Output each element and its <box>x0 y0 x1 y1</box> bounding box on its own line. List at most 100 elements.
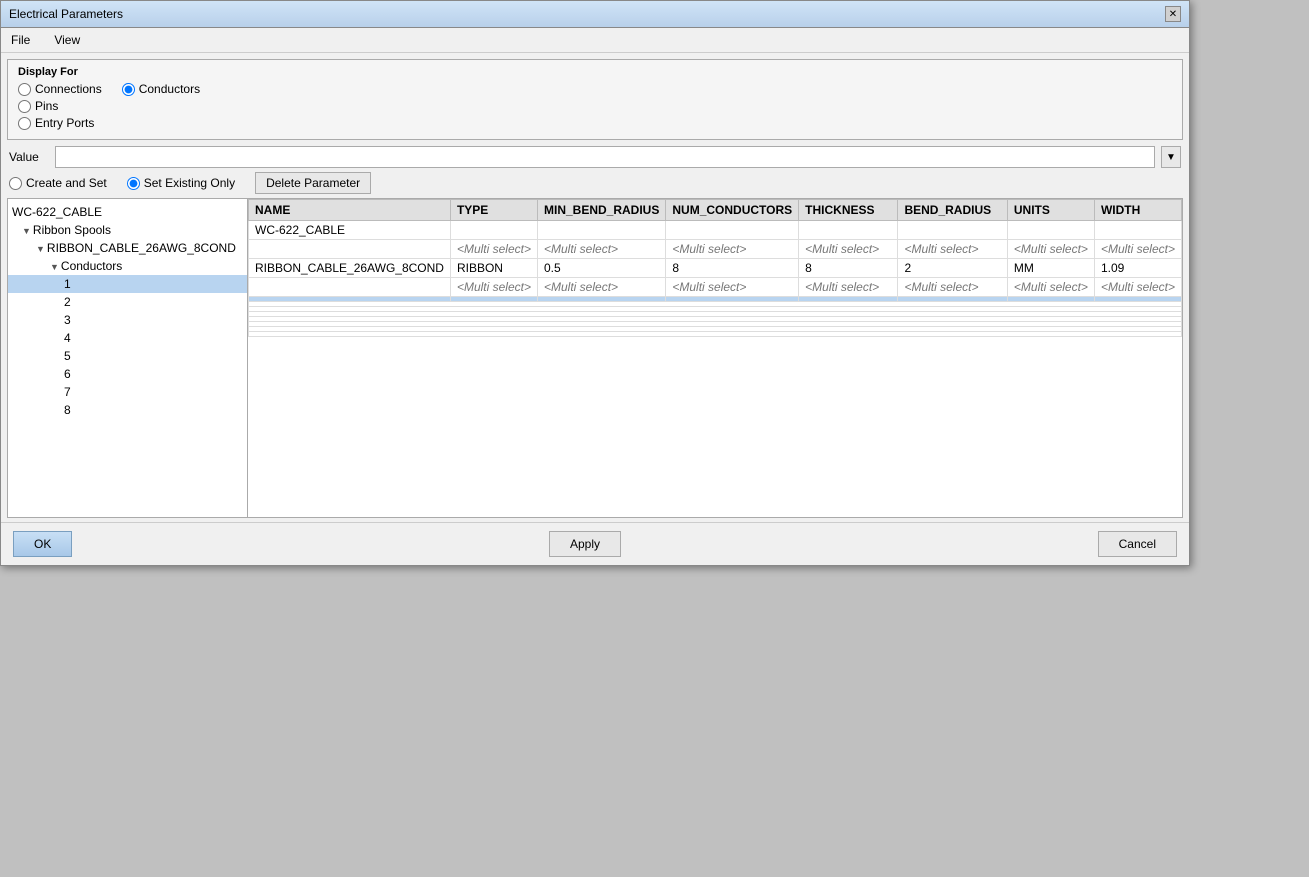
tree-item-conductor-4[interactable]: 4 <box>8 329 247 347</box>
radio-components[interactable]: Connections <box>18 82 102 96</box>
table-row[interactable] <box>249 332 1182 337</box>
table-header-row: NAME TYPE MIN_BEND_RADIUS NUM_CONDUCTORS… <box>249 200 1182 221</box>
col-header-num-conductors: NUM_CONDUCTORS <box>666 200 799 221</box>
title-bar: Electrical Parameters ✕ <box>1 1 1189 28</box>
cell-name <box>249 240 451 259</box>
radio-conductors-label: Conductors <box>139 82 200 96</box>
table-panel: NAME TYPE MIN_BEND_RADIUS NUM_CONDUCTORS… <box>248 199 1182 517</box>
radio-set-existing[interactable]: Set Existing Only <box>127 176 235 190</box>
cell-min-bend-radius <box>538 221 666 240</box>
cell-units: <Multi select> <box>1007 278 1094 297</box>
radio-components-input[interactable] <box>18 83 31 96</box>
ok-button[interactable]: OK <box>13 531 72 557</box>
tree-item-ribbon-spools[interactable]: ▼Ribbon Spools <box>8 221 247 239</box>
cell-num-conductors <box>666 221 799 240</box>
cell-width: <Multi select> <box>1094 240 1181 259</box>
radio-set-existing-input[interactable] <box>127 177 140 190</box>
display-for-label: Display For <box>18 66 1172 78</box>
radio-set-existing-label: Set Existing Only <box>144 176 235 190</box>
footer: OK Apply Cancel <box>1 522 1189 565</box>
menu-view[interactable]: View <box>50 31 84 49</box>
cell-units <box>1007 221 1094 240</box>
display-for-row3: Entry Ports <box>18 116 1172 130</box>
menu-bar: File View <box>1 28 1189 53</box>
col-header-units: UNITS <box>1007 200 1094 221</box>
cell-width: 1.09 <box>1094 259 1181 278</box>
cell-units: <Multi select> <box>1007 240 1094 259</box>
cell-bend-radius: 2 <box>898 259 1007 278</box>
radio-entry-ports-label: Entry Ports <box>35 116 94 130</box>
tree-item-conductor-5[interactable]: 5 <box>8 347 247 365</box>
cell-units: MM <box>1007 259 1094 278</box>
parameters-table: NAME TYPE MIN_BEND_RADIUS NUM_CONDUCTORS… <box>248 199 1182 337</box>
cell-bend-radius <box>898 221 1007 240</box>
tree-item-ribbon-cable[interactable]: ▼RIBBON_CABLE_26AWG_8COND <box>8 239 247 257</box>
tree-item-wc622[interactable]: WC-622_CABLE <box>8 203 247 221</box>
value-row: Value ▼ <box>9 146 1181 168</box>
close-button[interactable]: ✕ <box>1165 6 1181 22</box>
radio-pins-label: Pins <box>35 99 58 113</box>
col-header-min-bend-radius: MIN_BEND_RADIUS <box>538 200 666 221</box>
col-header-bend-radius: BEND_RADIUS <box>898 200 1007 221</box>
tree-panel: WC-622_CABLE ▼Ribbon Spools ▼RIBBON_CABL… <box>8 199 248 517</box>
radio-create-set-input[interactable] <box>9 177 22 190</box>
cell-bend-radius: <Multi select> <box>898 240 1007 259</box>
radio-conductors[interactable]: Conductors <box>122 82 200 96</box>
cell-thickness: <Multi select> <box>799 278 898 297</box>
tree-item-conductor-3[interactable]: 3 <box>8 311 247 329</box>
cell-type: <Multi select> <box>450 240 537 259</box>
cell-min-bend-radius: <Multi select> <box>538 240 666 259</box>
cell-name <box>249 278 451 297</box>
tree-item-conductor-7[interactable]: 7 <box>8 383 247 401</box>
display-for-section: Display For Connections Conductors Pins … <box>7 59 1183 140</box>
tree-item-conductors[interactable]: ▼Conductors <box>8 257 247 275</box>
cell-name: RIBBON_CABLE_26AWG_8COND <box>249 259 451 278</box>
tree-item-conductor-6[interactable]: 6 <box>8 365 247 383</box>
delete-parameter-button[interactable]: Delete Parameter <box>255 172 371 194</box>
table-row[interactable]: WC-622_CABLE <box>249 221 1182 240</box>
col-header-name: NAME <box>249 200 451 221</box>
col-header-type: TYPE <box>450 200 537 221</box>
cell-type: <Multi select> <box>450 278 537 297</box>
dialog-electrical-parameters: Electrical Parameters ✕ File View Displa… <box>0 0 1190 566</box>
cancel-button[interactable]: Cancel <box>1098 531 1177 557</box>
radio-pins[interactable]: Pins <box>18 99 58 113</box>
display-for-row1: Connections Conductors <box>18 82 1172 96</box>
cell-width: <Multi select> <box>1094 278 1181 297</box>
apply-button[interactable]: Apply <box>549 531 621 557</box>
menu-file[interactable]: File <box>7 31 34 49</box>
tree-item-conductor-1[interactable]: 1 <box>8 275 247 293</box>
cell-type <box>450 221 537 240</box>
cell-name: WC-622_CABLE <box>249 221 451 240</box>
col-header-width: WIDTH <box>1094 200 1181 221</box>
radio-entry-ports[interactable]: Entry Ports <box>18 116 94 130</box>
value-input[interactable] <box>55 146 1155 168</box>
col-header-thickness: THICKNESS <box>799 200 898 221</box>
tree-item-conductor-2[interactable]: 2 <box>8 293 247 311</box>
cell-type: RIBBON <box>450 259 537 278</box>
cell-thickness <box>799 221 898 240</box>
tree-item-conductor-8[interactable]: 8 <box>8 401 247 419</box>
radio-conductors-input[interactable] <box>122 83 135 96</box>
cell-width <box>1094 221 1181 240</box>
cell-bend-radius: <Multi select> <box>898 278 1007 297</box>
main-area: WC-622_CABLE ▼Ribbon Spools ▼RIBBON_CABL… <box>7 198 1183 518</box>
cell-min-bend-radius: <Multi select> <box>538 278 666 297</box>
radio-entry-ports-input[interactable] <box>18 117 31 130</box>
dialog-title: Electrical Parameters <box>9 7 123 21</box>
cell-thickness: <Multi select> <box>799 240 898 259</box>
table-row[interactable]: RIBBON_CABLE_26AWG_8COND RIBBON 0.5 8 8 … <box>249 259 1182 278</box>
radio-components-label: Connections <box>35 82 102 96</box>
radio-pins-input[interactable] <box>18 100 31 113</box>
options-row: Create and Set Set Existing Only Delete … <box>9 172 1181 194</box>
radio-create-set-label: Create and Set <box>26 176 107 190</box>
cell-num-conductors: <Multi select> <box>666 278 799 297</box>
cell-num-conductors: <Multi select> <box>666 240 799 259</box>
table-row[interactable]: <Multi select> <Multi select> <Multi sel… <box>249 278 1182 297</box>
radio-create-and-set[interactable]: Create and Set <box>9 176 107 190</box>
table-row[interactable]: <Multi select> <Multi select> <Multi sel… <box>249 240 1182 259</box>
value-label: Value <box>9 150 49 164</box>
cell-num-conductors: 8 <box>666 259 799 278</box>
display-for-row2: Pins <box>18 99 1172 113</box>
value-dropdown-button[interactable]: ▼ <box>1161 146 1181 168</box>
